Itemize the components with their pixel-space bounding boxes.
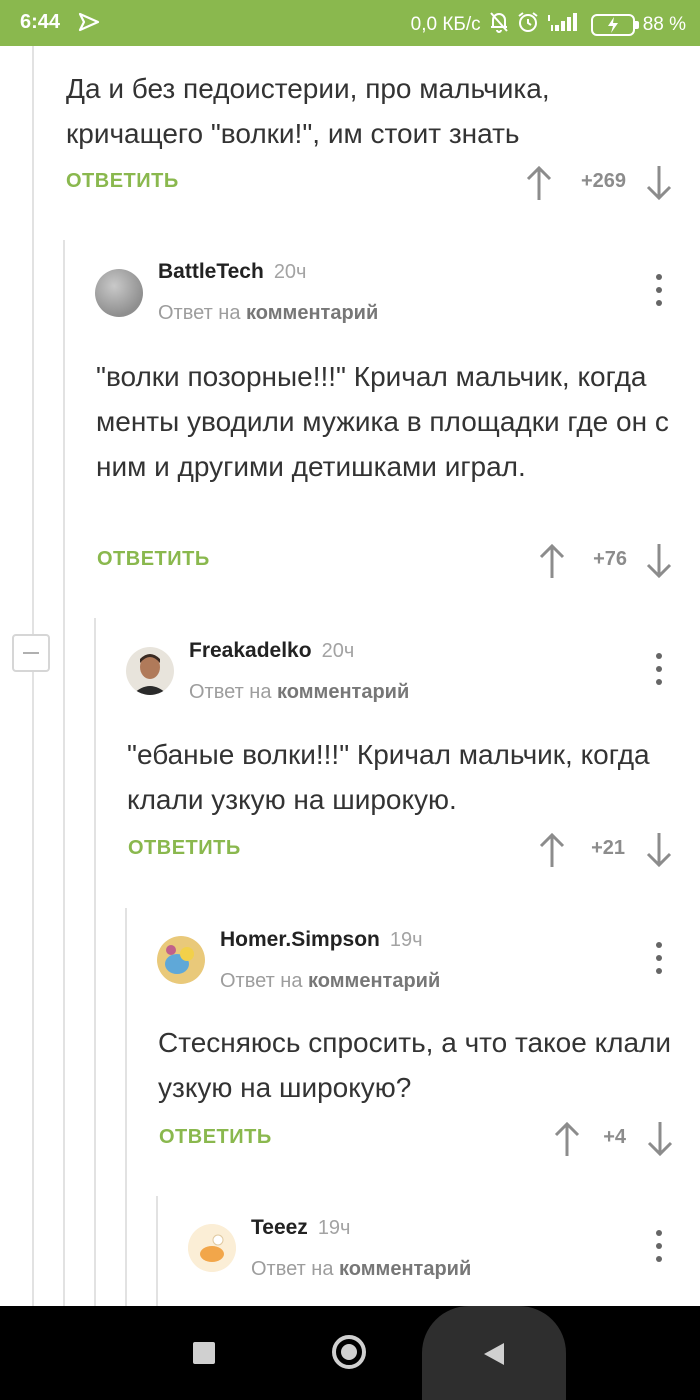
comment-3-author-row: Homer.Simpson 19ч	[220, 928, 423, 952]
avatar[interactable]	[157, 936, 205, 984]
comment-time: 20ч	[321, 640, 355, 662]
upvote-icon[interactable]	[524, 164, 554, 207]
more-options-icon[interactable]	[647, 1228, 671, 1264]
more-options-icon[interactable]	[647, 272, 671, 308]
alarm-icon	[517, 11, 539, 39]
reply-to-prefix: Ответ на	[220, 970, 303, 992]
downvote-icon[interactable]	[644, 164, 674, 207]
mute-icon	[489, 11, 509, 39]
comment-3: Стесняюсь спросить, а что такое клали уз…	[158, 1020, 678, 1110]
reply-to-prefix: Ответ на	[158, 302, 241, 324]
back-button[interactable]	[422, 1306, 566, 1400]
author-name[interactable]: Teeez	[251, 1216, 308, 1240]
downvote-icon[interactable]	[644, 831, 674, 874]
network-speed: 0,0 КБ/с	[410, 14, 481, 35]
navigation-icon	[78, 11, 100, 38]
downvote-icon[interactable]	[645, 1120, 675, 1163]
comment-2-author-row: Freakadelko 20ч	[189, 639, 354, 663]
comment-time: 19ч	[389, 929, 423, 951]
more-options-icon[interactable]	[647, 940, 671, 976]
reply-button[interactable]: ОТВЕТИТЬ	[66, 170, 179, 193]
reply-to-prefix: Ответ на	[189, 681, 272, 703]
reply-to-line: Ответ на комментарий	[220, 970, 440, 993]
vote-count: +21	[591, 837, 625, 859]
comment-0-actions: ОТВЕТИТЬ +269	[66, 164, 676, 204]
thread-line-level-4	[156, 1196, 158, 1306]
battery-level: 88 %	[642, 14, 686, 35]
recent-apps-icon[interactable]	[193, 1342, 215, 1364]
avatar[interactable]	[126, 647, 174, 695]
reply-button[interactable]: ОТВЕТИТЬ	[128, 837, 241, 860]
reply-to-link[interactable]: комментарий	[308, 970, 440, 992]
avatar[interactable]	[188, 1224, 236, 1272]
downvote-icon[interactable]	[644, 542, 674, 585]
avatar[interactable]	[95, 269, 143, 317]
comment-text: "волки позорные!!!" Кричал мальчик, когд…	[96, 361, 669, 482]
comment-text: "ебаные волки!!!" Кричал мальчик, когда …	[127, 739, 650, 815]
status-bar: 6:44 0,0 КБ/с 88 %	[0, 0, 700, 46]
battery-icon	[590, 14, 639, 36]
comment-2-actions: ОТВЕТИТЬ +21	[128, 831, 678, 871]
author-name[interactable]: Freakadelko	[189, 639, 312, 663]
comment-1-actions: ОТВЕТИТЬ +76	[97, 542, 677, 582]
thread-line-level-0	[32, 46, 34, 1306]
reply-button[interactable]: ОТВЕТИТЬ	[159, 1126, 272, 1149]
vote-count: +76	[593, 548, 627, 570]
reply-to-line: Ответ на комментарий	[189, 681, 409, 704]
reply-to-link[interactable]: комментарий	[246, 302, 378, 324]
reply-to-link[interactable]: комментарий	[339, 1258, 471, 1280]
comment-1-author-row: BattleTech 20ч	[158, 260, 306, 284]
upvote-icon[interactable]	[537, 542, 567, 585]
comment-time: 19ч	[317, 1217, 351, 1239]
comment-2: "ебаные волки!!!" Кричал мальчик, когда …	[127, 732, 687, 822]
thread-line-level-2	[94, 618, 96, 1306]
comment-3-actions: ОТВЕТИТЬ +4	[159, 1120, 679, 1160]
upvote-icon[interactable]	[552, 1120, 582, 1163]
vote-count: +269	[580, 170, 626, 192]
status-time: 6:44	[20, 11, 61, 33]
home-icon[interactable]	[332, 1335, 366, 1369]
system-nav-bar	[0, 1306, 700, 1400]
upvote-icon[interactable]	[537, 831, 567, 874]
comment-1: "волки позорные!!!" Кричал мальчик, когд…	[96, 354, 676, 489]
vote-count: +4	[603, 1126, 626, 1148]
thread-line-level-3	[125, 908, 127, 1306]
reply-to-prefix: Ответ на	[251, 1258, 334, 1280]
back-icon	[484, 1343, 504, 1365]
comment-text: Стесняюсь спросить, а что такое клали уз…	[158, 1027, 672, 1103]
reply-to-link[interactable]: комментарий	[277, 681, 409, 703]
author-name[interactable]: Homer.Simpson	[220, 928, 380, 952]
comment-4-author-row: Teeez 19ч	[251, 1216, 350, 1240]
thread-line-level-1	[63, 240, 65, 1306]
reply-to-line: Ответ на комментарий	[158, 302, 378, 325]
comment-text: Да и без педоистерии, про мальчика, крич…	[66, 73, 550, 149]
signal-icon	[547, 11, 583, 39]
reply-button[interactable]: ОТВЕТИТЬ	[97, 548, 210, 571]
comment-0: Да и без педоистерии, про мальчика, крич…	[66, 66, 686, 156]
collapse-thread-button[interactable]	[12, 634, 50, 672]
author-name[interactable]: BattleTech	[158, 260, 264, 284]
comment-time: 20ч	[273, 261, 307, 283]
status-right: 0,0 КБ/с 88 %	[411, 11, 686, 39]
more-options-icon[interactable]	[647, 651, 671, 687]
reply-to-line: Ответ на комментарий	[251, 1258, 471, 1281]
